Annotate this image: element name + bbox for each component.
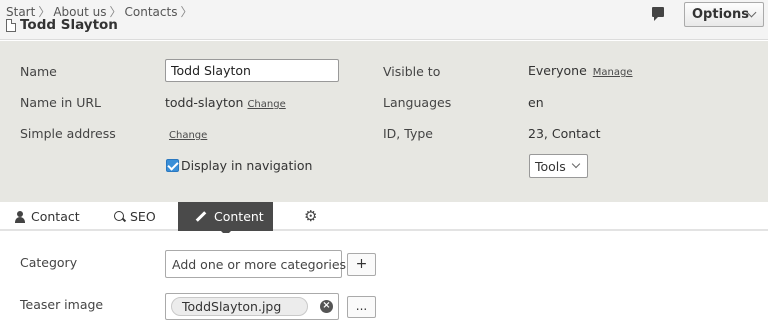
name-in-url-change-link[interactable]: Change xyxy=(247,99,285,110)
teaser-image-file-chip[interactable]: ToddSlayton.jpg xyxy=(171,297,308,316)
person-icon xyxy=(14,210,26,223)
tab-settings[interactable]: ⚙ xyxy=(304,202,324,231)
visible-to-label: Visible to xyxy=(383,64,441,79)
tab-seo[interactable]: SEO xyxy=(114,202,170,231)
display-in-navigation-row[interactable]: Display in navigation xyxy=(166,158,312,173)
languages-value: en xyxy=(528,95,544,110)
category-label: Category xyxy=(20,255,78,270)
content-form: Category Add one or more categories + Te… xyxy=(0,233,768,325)
visible-to-manage-link[interactable]: Manage xyxy=(593,67,633,78)
name-in-url-row: todd-slayton Change xyxy=(165,95,286,110)
tab-content-label: Content xyxy=(214,209,264,224)
page-info-panel: Name Name in URL todd-slaytonChange Simp… xyxy=(0,41,768,202)
tab-contact[interactable]: Contact xyxy=(14,202,84,231)
visible-to-value: Everyone xyxy=(528,63,587,78)
languages-label: Languages xyxy=(383,95,452,110)
add-category-button[interactable]: + xyxy=(347,253,376,276)
browse-teaser-image-button[interactable]: ... xyxy=(347,296,376,318)
page-title: Todd Slayton xyxy=(20,17,118,33)
display-in-navigation-label[interactable]: Display in navigation xyxy=(181,158,312,173)
teaser-image-label: Teaser image xyxy=(20,297,104,312)
tab-contact-label: Contact xyxy=(31,209,80,224)
tools-label: Tools xyxy=(535,159,566,174)
name-in-url-label: Name in URL xyxy=(20,95,102,110)
teaser-image-field[interactable]: ToddSlayton.jpg × xyxy=(165,293,339,320)
id-type-label: ID, Type xyxy=(383,126,433,141)
visible-to-row: Everyone Manage xyxy=(528,63,633,78)
page-title-row: Todd Slayton xyxy=(6,17,118,33)
search-icon xyxy=(114,210,126,223)
document-icon xyxy=(6,18,16,32)
name-label: Name xyxy=(20,64,57,79)
display-in-navigation-checkbox[interactable] xyxy=(166,159,179,172)
gear-icon: ⚙ xyxy=(304,207,318,225)
name-field[interactable] xyxy=(165,59,339,82)
tab-bar: Contact SEO Content ⚙ xyxy=(0,202,768,236)
id-type-value: 23, Contact xyxy=(528,126,601,141)
options-button[interactable]: Options xyxy=(684,2,764,27)
tab-content[interactable]: Content xyxy=(178,202,273,236)
page-header: Start 〉 About us 〉 Contacts 〉 Todd Slayton Op… xyxy=(0,0,768,40)
tab-seo-label: SEO xyxy=(130,209,156,224)
breadcrumb-separator: 〉 xyxy=(180,5,193,19)
chevron-down-icon xyxy=(571,159,581,169)
breadcrumb-item-contacts[interactable]: Contacts xyxy=(125,5,178,19)
remove-icon[interactable]: × xyxy=(320,300,333,313)
simple-address-label: Simple address xyxy=(20,126,116,141)
name-in-url-value: todd-slayton xyxy=(165,95,244,110)
pencil-icon xyxy=(195,211,207,222)
comment-icon[interactable] xyxy=(652,7,664,21)
tools-dropdown[interactable]: Tools xyxy=(529,154,588,178)
category-input[interactable]: Add one or more categories xyxy=(165,250,346,278)
simple-address-row: Change xyxy=(165,126,207,141)
options-label: Options xyxy=(692,7,749,22)
simple-address-change-link[interactable]: Change xyxy=(169,130,207,141)
